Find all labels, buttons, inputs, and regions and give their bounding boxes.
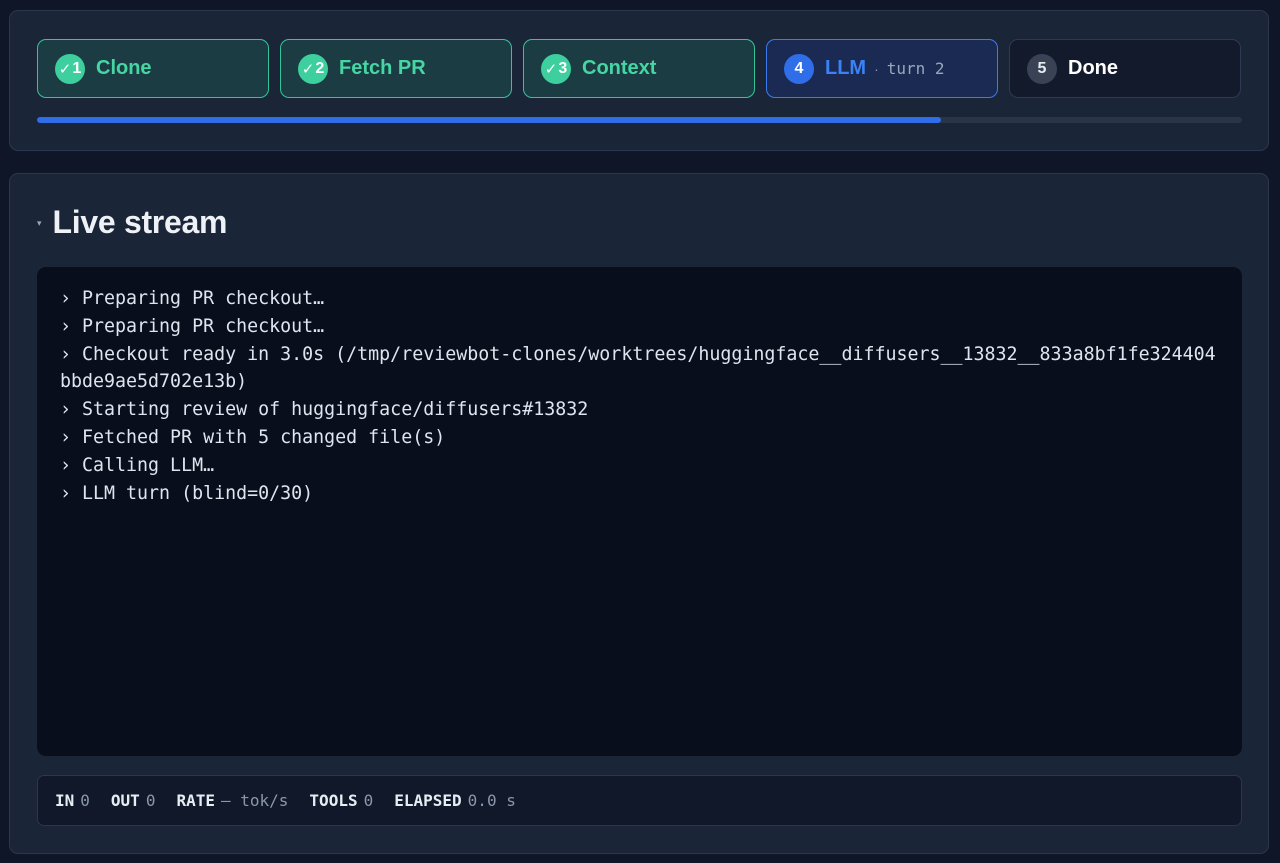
log-line: › Starting review of huggingface/diffuse… [60,399,589,421]
log-line: › Preparing PR checkout… [60,315,325,337]
stat-out: OUT 0 [110,791,156,810]
step-llm-turn: turn 2 [886,59,945,78]
log-line: › Fetched PR with 5 changed file(s) [60,426,446,448]
step-llm-label: LLM [825,57,867,79]
stat-rate-value: — tok/s [220,791,289,810]
check-icon: ✓ [544,60,558,78]
step-fetch-pr-label: Fetch PR [339,57,426,79]
caret-down-icon[interactable]: ▾ [37,218,42,229]
step-done-label: Done [1068,57,1118,79]
log-line: › Preparing PR checkout… [60,288,325,309]
step-fetch-pr[interactable]: ✓ 2 Fetch PR [280,39,512,98]
stat-rate: RATE — tok/s [176,791,289,810]
log-line: › Calling LLM… [60,454,215,476]
step-context-label: Context [582,57,657,79]
progress-bar-fill [37,117,941,123]
pipeline-steps-panel: ✓ 1 Clone ✓ 2 Fetch PR ✓ 3 Context 4 LLM · … [9,10,1269,151]
step-context[interactable]: ✓ 3 Context [523,39,755,98]
step-clone[interactable]: ✓ 1 Clone [37,39,269,98]
check-icon: ✓ [58,60,72,78]
step-done[interactable]: 5 Done [1009,39,1241,98]
step-done-badge: 5 [1027,53,1057,84]
log-line: › Checkout ready in 3.0s (/tmp/reviewbot… [60,343,1216,393]
stat-tools: TOOLS 0 [309,791,374,810]
step-llm-badge: 4 [784,53,814,84]
stat-tools-value: 0 [363,791,374,810]
step-context-badge: ✓ 3 [541,53,571,84]
stat-elapsed-value: 0.0 s [467,791,516,810]
step-llm-separator: · [874,60,879,77]
stats-bar: IN 0 OUT 0 RATE — tok/s TOOLS 0 ELAPSED 0.0 s [37,775,1242,826]
stat-in-value: 0 [80,791,90,810]
live-stream-toggle[interactable]: ▾ Live stream [37,204,227,241]
live-stream-title: Live stream [52,204,228,240]
step-llm[interactable]: 4 LLM · turn 2 [766,39,998,98]
progress-bar [37,117,1242,123]
step-clone-label: Clone [96,57,152,79]
check-icon: ✓ [301,60,315,78]
step-fetch-pr-badge: ✓ 2 [298,53,328,84]
live-stream-panel: ▾ Live stream › Preparing PR checkout… ›… [9,173,1269,854]
step-clone-badge: ✓ 1 [55,53,85,84]
stream-log[interactable]: › Preparing PR checkout… › Preparing PR … [37,267,1242,756]
stat-out-value: 0 [145,791,156,810]
stat-in: IN 0 [55,791,90,810]
stat-elapsed: ELAPSED 0.0 s [394,791,516,810]
log-line: › LLM turn (blind=0/30) [60,482,314,504]
